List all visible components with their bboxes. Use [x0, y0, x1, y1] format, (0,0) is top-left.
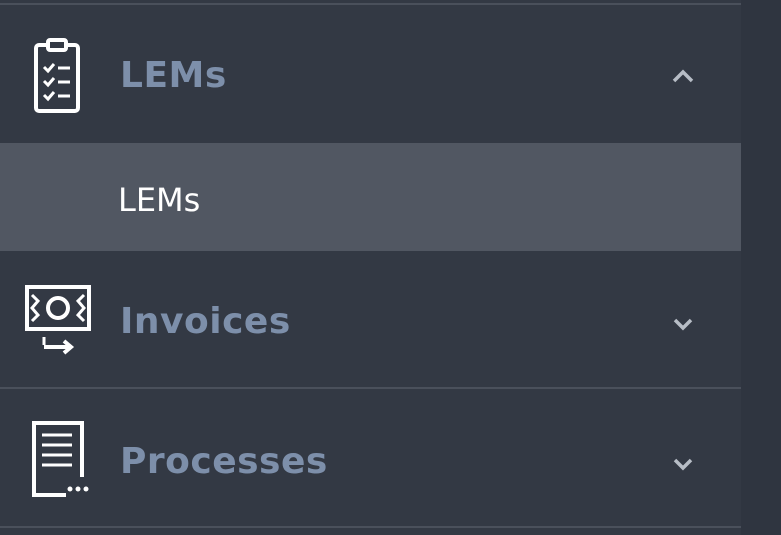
- nav-group-label: Invoices: [120, 301, 291, 342]
- nav-group-processes-header[interactable]: Processes: [0, 389, 741, 526]
- money-transfer-icon: [24, 279, 94, 359]
- document-list-icon: [24, 419, 94, 499]
- divider: [0, 526, 741, 528]
- chevron-up-icon[interactable]: [666, 59, 700, 93]
- sidebar-nav: LEMs LEMs Invoices Processes: [0, 0, 741, 535]
- nav-subitem-label: LEMs: [118, 181, 201, 219]
- chevron-down-icon[interactable]: [666, 447, 700, 481]
- nav-group-invoices-header[interactable]: Invoices: [0, 251, 741, 387]
- nav-group-invoices: Invoices: [0, 251, 741, 387]
- content-edge: [741, 0, 781, 535]
- chevron-down-icon[interactable]: [666, 307, 700, 341]
- nav-group-processes: Processes: [0, 389, 741, 526]
- nav-group-label: Processes: [120, 441, 328, 482]
- clipboard-checklist-icon: [24, 37, 94, 117]
- nav-group-lems: LEMs: [0, 5, 741, 143]
- nav-group-lems-header[interactable]: LEMs: [0, 5, 741, 143]
- nav-subitem-lems[interactable]: LEMs: [0, 143, 741, 251]
- nav-group-label: LEMs: [120, 55, 227, 96]
